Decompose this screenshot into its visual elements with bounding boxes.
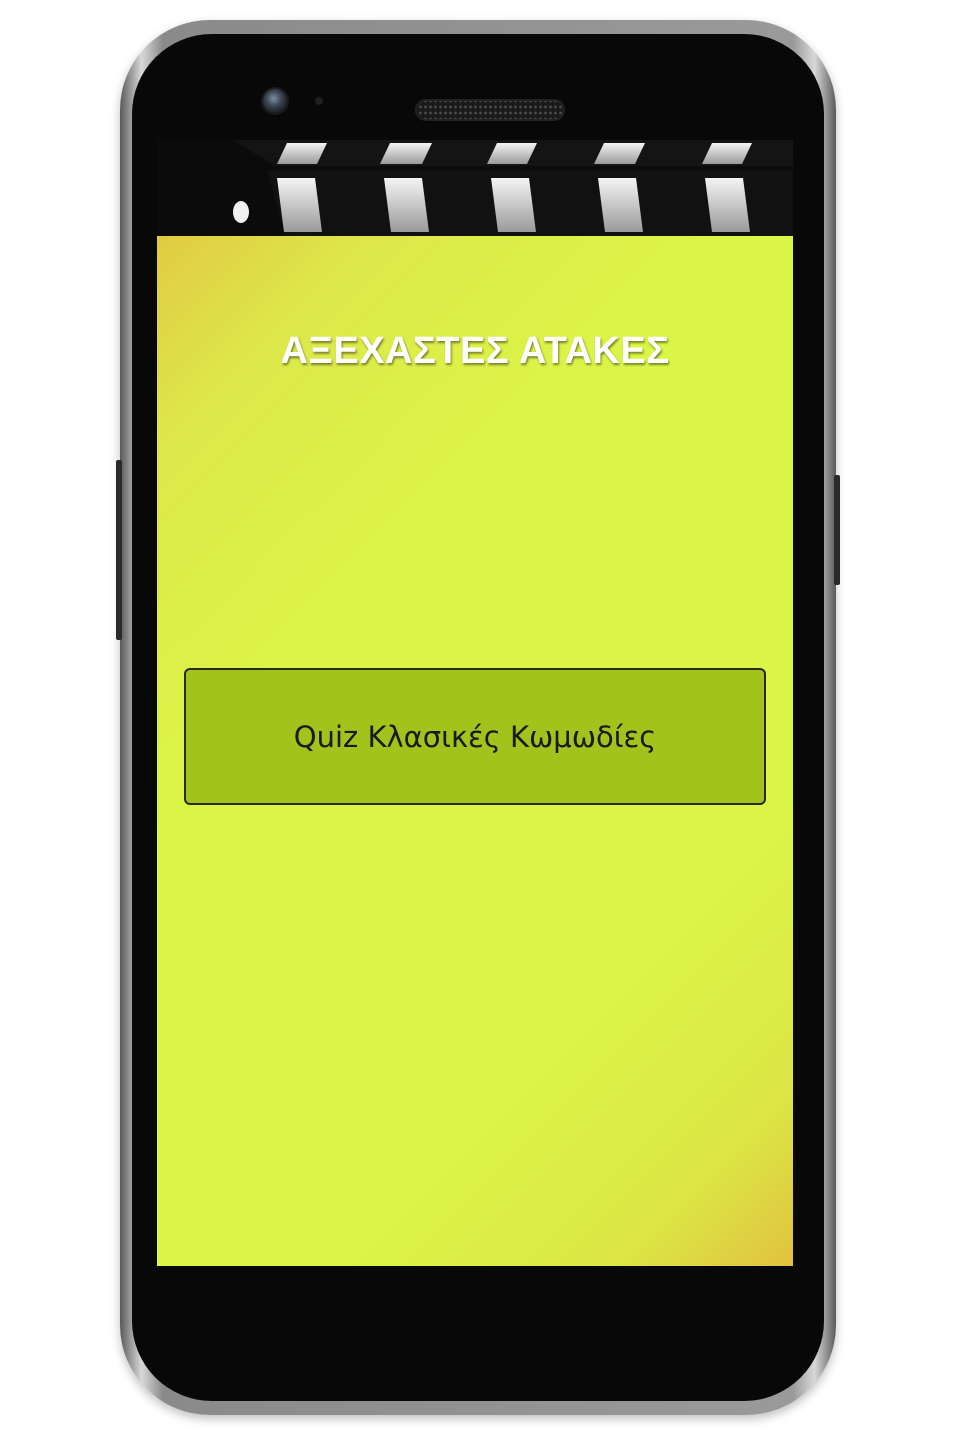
power-button [834,475,840,585]
app-screen: ΑΞΕΧΑΣΤΕΣ ΑΤΑΚΕΣ Quiz Κλασικές Κωμωδίες [157,140,793,1266]
speaker-grille-icon [415,99,565,121]
quiz-button-label: Quiz Κλασικές Κωμωδίες [293,719,657,754]
camera-icon [263,89,287,113]
clapperboard-icon [157,140,793,236]
volume-button [116,460,122,640]
proximity-sensor [315,97,323,105]
app-title: ΑΞΕΧΑΣΤΕΣ ΑΤΑΚΕΣ [280,330,670,372]
quiz-classic-comedies-button[interactable]: Quiz Κλασικές Κωμωδίες [184,668,766,805]
